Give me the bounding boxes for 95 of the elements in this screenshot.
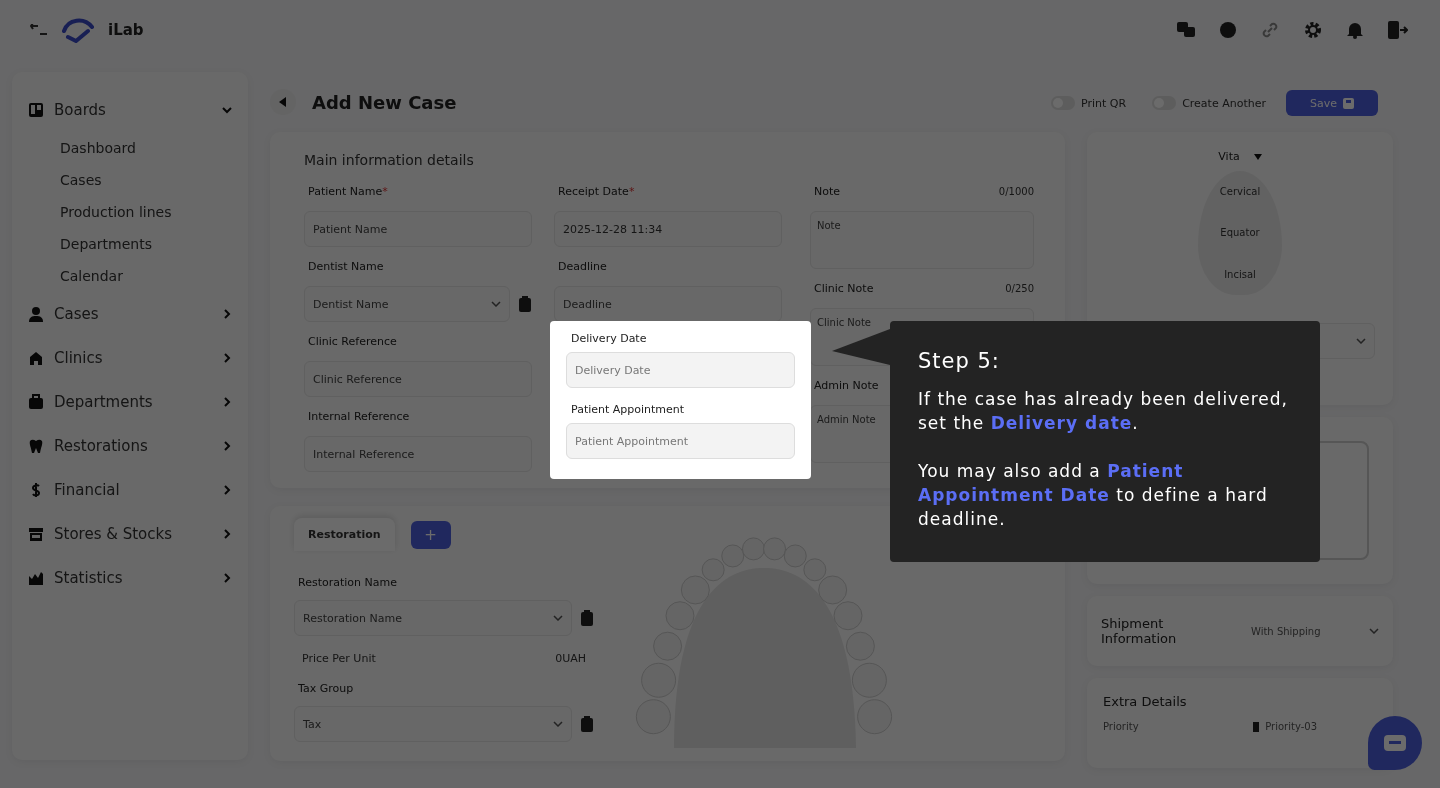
caret-icon [491,301,501,307]
shade-system[interactable]: Vita [1218,150,1240,163]
logo-icon [62,17,94,43]
field-label: Restoration Name [298,576,397,589]
link-icon[interactable] [1261,21,1279,39]
chat-icon [1384,735,1406,751]
select-value[interactable]: With Shipping [1251,625,1349,637]
logout-icon[interactable] [1388,21,1408,39]
input-field[interactable]: Patient Appointment [566,423,795,459]
menu-icon-briefcase [28,394,44,410]
input-field[interactable]: Deadline [554,286,782,322]
sidebar-subitem[interactable]: Departments [28,228,232,260]
menu-icon-person [28,306,44,322]
sidebar-subitem[interactable]: Calendar [28,260,232,292]
input-field[interactable]: Clinic Reference [304,361,532,397]
toggle-switch[interactable]: Create Another [1146,95,1272,111]
field-label: Admin Note [814,379,879,392]
input-field[interactable]: Delivery Date [566,352,795,388]
chevron-right-icon [222,309,232,319]
caret-icon [553,721,563,727]
brand-name: iLab [108,21,144,39]
input-field[interactable]: Patient Name [304,211,532,247]
priority-icon [1253,721,1260,732]
caret-icon [1356,338,1366,344]
sidebar-item[interactable]: Departments [28,380,232,424]
chevron-right-icon [222,353,232,363]
caret-icon [1369,628,1379,634]
field-label: Receipt Date* [558,185,635,198]
section-title: Shipment Information [1101,616,1178,646]
chevron-right-icon [222,573,232,583]
field-label: Dentist Name [308,260,384,273]
shade-zone-label[interactable]: Equator [1220,227,1260,239]
field-label: Patient Name* [308,185,388,198]
select-field[interactable]: Restoration Name [294,600,572,636]
sidebar-item[interactable]: Boards [28,88,232,132]
menu-toggle-icon[interactable] [30,24,48,36]
field-label: Note [814,185,841,198]
select-value[interactable]: Priority-03 [1265,721,1317,732]
field-label: Delivery Date [571,332,647,345]
field-label: Clinic Reference [308,335,397,348]
chevron-right-icon [222,529,232,539]
input-field[interactable]: 2025-12-28 11:34 [554,211,782,247]
menu-icon-chart [28,570,44,586]
tooltip-text: If the case has already been delivered, set the Delivery date. [918,388,1289,435]
sidebar-item[interactable]: Clinics [28,336,232,380]
char-counter: 0/250 [1005,283,1034,294]
chevron-down-icon [222,105,232,115]
field-label: Clinic Note [814,282,874,295]
tooltip-text: You may also add a Patient Appointment Date to define a hard deadline. [918,460,1269,531]
settings-icon[interactable] [1304,21,1322,39]
chevron-right-icon [222,397,232,407]
textarea-field[interactable]: Note [810,211,1034,269]
shade-zone-label[interactable]: Cervical [1219,186,1261,198]
sidebar-subitem[interactable]: Production lines [28,196,232,228]
field-label: Priority [1103,721,1140,732]
back-button[interactable] [270,89,296,115]
sidebar-subitem[interactable]: Cases [28,164,232,196]
input-field[interactable]: Internal Reference [304,436,532,472]
field-label: Internal Reference [308,410,410,423]
page-title: Add New Case [312,91,457,113]
menu-icon-store [28,526,44,542]
select-field[interactable]: Dentist Name [304,286,510,322]
menu-icon-house [28,350,44,366]
sidebar-item[interactable]: Financial [28,468,232,512]
sidebar-item[interactable]: Restorations [28,424,232,468]
section-title: Main information details [304,152,475,168]
section-title: Extra Details [1103,694,1188,709]
caret-icon [553,615,563,621]
add-button[interactable]: + [410,520,451,549]
menu-icon-tooth [28,438,44,454]
chevron-right-icon [222,441,232,451]
select-field[interactable]: Tax [294,706,572,742]
shade-zone-label[interactable]: Incisal [1224,268,1256,280]
save-icon [1343,97,1354,109]
field-label: Price Per Unit [302,652,376,665]
menu-icon-boards [28,102,44,118]
sidebar-item[interactable]: Stores & Stocks [28,512,232,556]
char-counter: 0/1000 [998,186,1034,197]
chevron-right-icon [222,485,232,495]
field-value: 0UAH [555,652,586,665]
notification-bell-icon[interactable] [1347,21,1363,39]
tooltip-title: Step 5: [918,349,1001,373]
sidebar-item[interactable]: Cases [28,292,232,336]
chat-button[interactable] [1368,716,1422,770]
back-arrow-icon [279,97,287,107]
tab[interactable]: Restoration [294,518,395,551]
save-button[interactable]: Save [1286,90,1378,116]
language-icon[interactable] [1177,22,1195,38]
field-label: Patient Appointment [571,403,685,416]
sidebar-subitem[interactable]: Dashboard [28,132,232,164]
sidebar-item[interactable]: Statistics [28,556,232,600]
caret-icon [1253,153,1262,160]
field-label: Tax Group [298,682,354,695]
toggle-switch[interactable]: Print QR [1045,95,1133,111]
field-label: Deadline [558,260,607,273]
